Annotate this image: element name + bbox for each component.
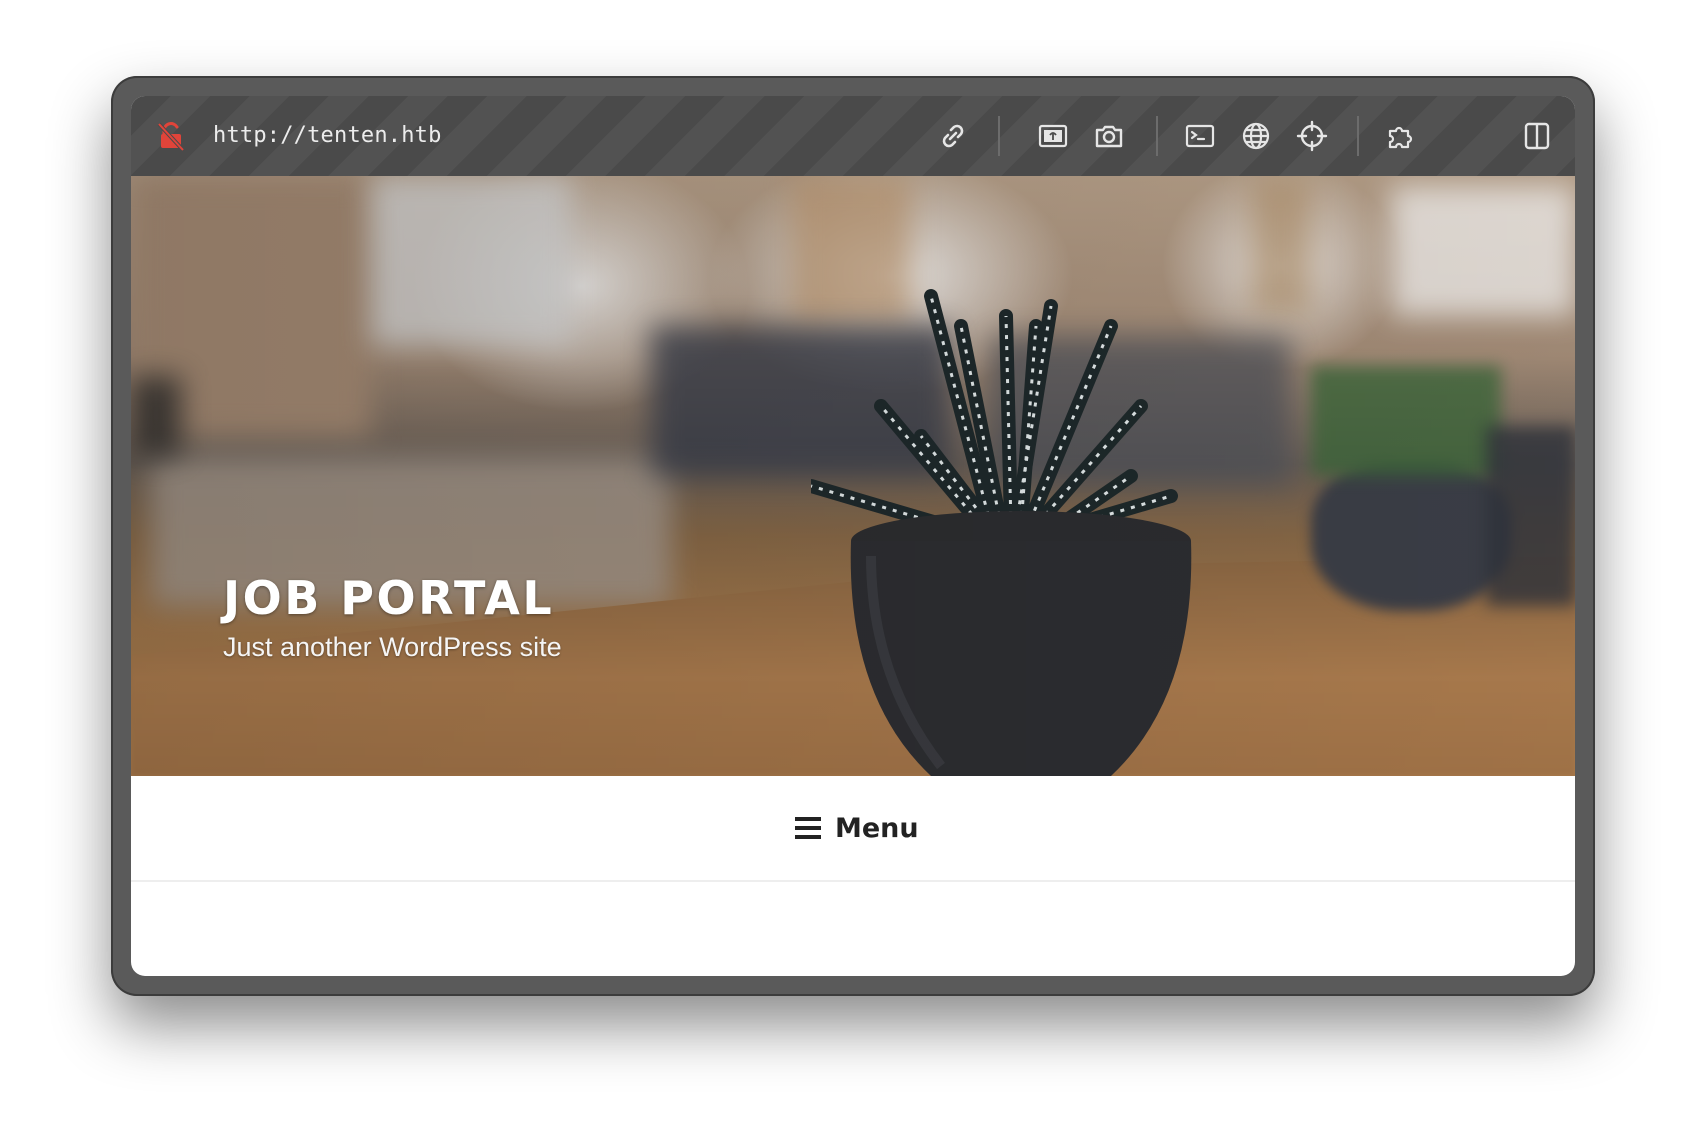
- site-title[interactable]: JOB PORTAL: [223, 571, 554, 625]
- browser-toolbar: http://tenten.htb: [131, 96, 1575, 176]
- camera-icon[interactable]: [1089, 116, 1129, 156]
- site-tagline: Just another WordPress site: [223, 632, 562, 662]
- toolbar-separator: [998, 116, 1000, 156]
- crosshair-icon[interactable]: [1292, 116, 1332, 156]
- toolbar-separator: [1156, 116, 1158, 156]
- unlock-warning-icon[interactable]: [151, 116, 191, 156]
- menu-label: Menu: [835, 812, 919, 844]
- header-image: JOB PORTAL Just another WordPress site: [131, 176, 1575, 776]
- toolbar-separator: [1357, 116, 1359, 156]
- image-icon[interactable]: [1033, 116, 1073, 156]
- globe-icon[interactable]: [1236, 116, 1276, 156]
- browser-window: http://tenten.htb JOB PORTAL Just anothe…: [111, 76, 1595, 996]
- hamburger-icon: [795, 817, 821, 839]
- link-icon[interactable]: [933, 116, 973, 156]
- split-view-icon[interactable]: [1517, 116, 1557, 156]
- browser-viewport: http://tenten.htb JOB PORTAL Just anothe…: [131, 96, 1575, 976]
- puzzle-icon[interactable]: [1381, 116, 1421, 156]
- terminal-icon[interactable]: [1180, 116, 1220, 156]
- navigation-bar: Menu: [131, 776, 1575, 882]
- menu-toggle-button[interactable]: Menu: [795, 808, 919, 848]
- url-field[interactable]: http://tenten.htb: [213, 118, 442, 154]
